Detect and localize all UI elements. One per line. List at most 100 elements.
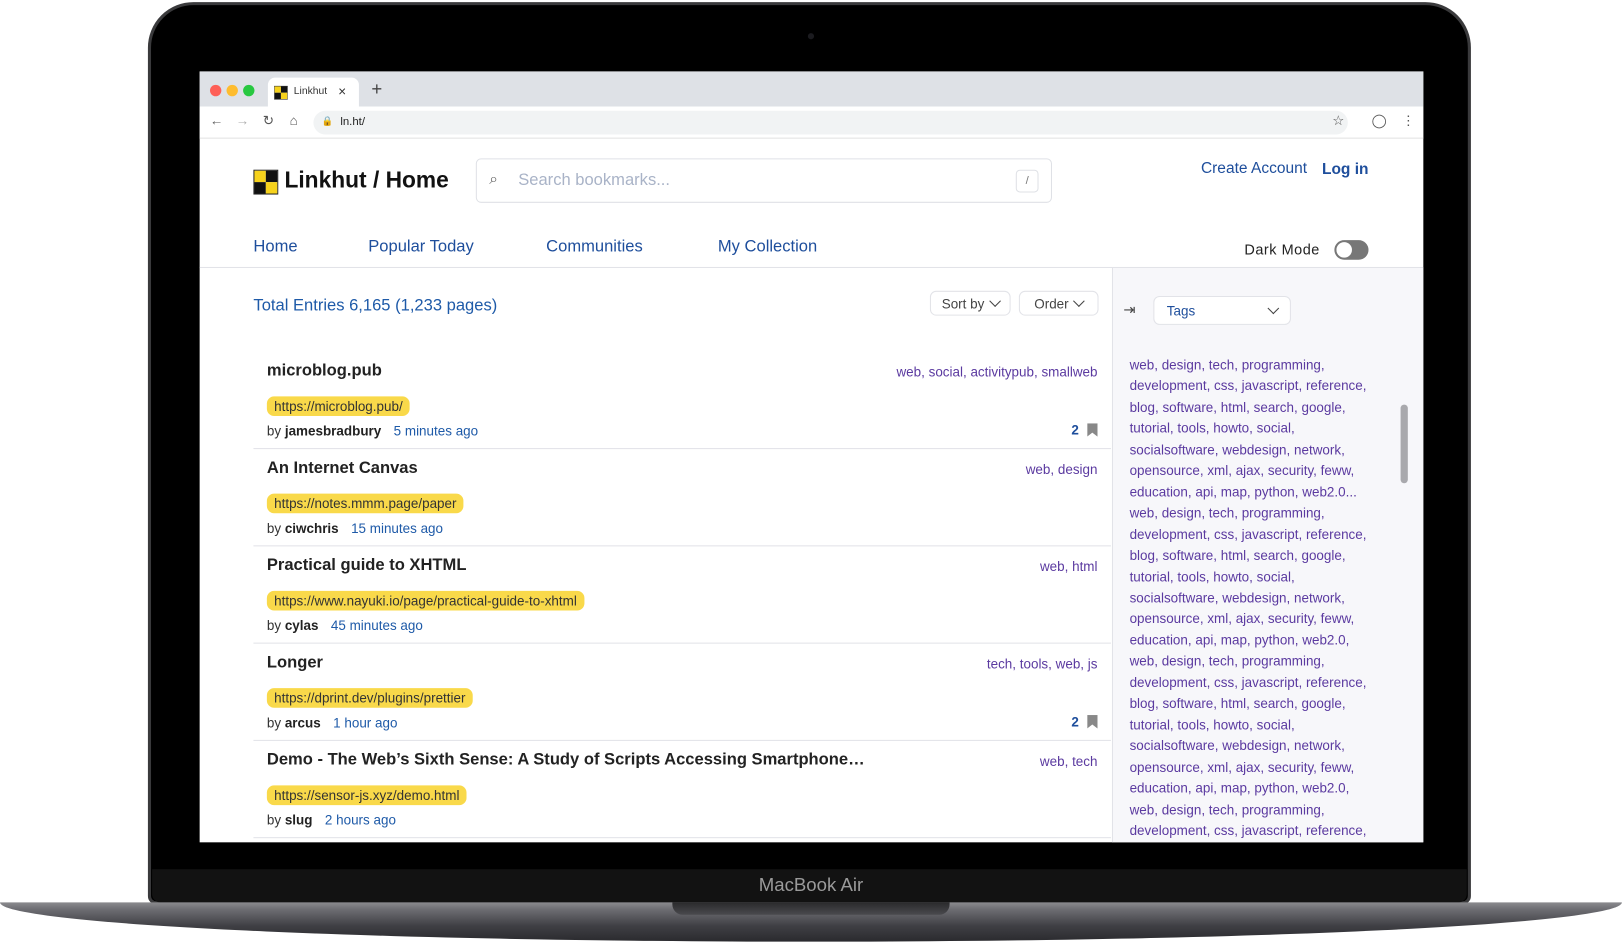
tag-line[interactable]: development, css, javascript, reference,: [1130, 672, 1399, 693]
tags-dropdown-label: Tags: [1166, 302, 1196, 319]
tag-line[interactable]: socialsoftware, webdesign, network,: [1130, 736, 1399, 757]
tag-line[interactable]: web, design, tech, programming,: [1130, 503, 1399, 524]
tag-line[interactable]: web, design, tech, programming,: [1130, 799, 1399, 820]
address-bar[interactable]: 🔒 ln.ht/: [313, 110, 1348, 135]
entry-tags[interactable]: tech, tools, web, js: [987, 656, 1098, 672]
browser-toolbar: ← → ↻ ⌂ 🔒 ln.ht/ ☆ ◯ ⋮: [199, 106, 1424, 139]
dark-mode-toggle[interactable]: [1334, 240, 1369, 260]
nav-my-collection[interactable]: My Collection: [718, 238, 817, 257]
entry-url[interactable]: https://www.nayuki.io/page/practical-gui…: [266, 590, 585, 611]
entry-title[interactable]: An Internet Canvas: [267, 459, 418, 478]
star-icon[interactable]: ☆: [1332, 113, 1344, 130]
entry-url[interactable]: https://notes.mmm.page/paper: [266, 493, 464, 514]
browser-tab[interactable]: Linkhut ×: [267, 77, 359, 107]
profile-icon[interactable]: ◯: [1372, 113, 1387, 130]
minimize-window-button[interactable]: [226, 84, 238, 97]
entry-tags[interactable]: web, html: [1040, 559, 1098, 575]
entry-url[interactable]: https://sensor-js.xyz/demo.html: [266, 785, 467, 806]
entry-url[interactable]: https://dprint.dev/plugins/prettier: [266, 688, 473, 708]
bookmark-entry: Demo - The Web’s Sixth Sense: A Study of…: [253, 741, 1111, 839]
close-tab-icon[interactable]: ×: [338, 84, 346, 100]
tags-dropdown[interactable]: Tags: [1153, 295, 1291, 325]
maximize-window-button[interactable]: [243, 84, 255, 97]
tag-line[interactable]: tutorial, tools, howto, social,: [1130, 567, 1399, 588]
tag-line[interactable]: education, api, map, python, web2.0,: [1130, 778, 1399, 799]
save-count-value: 2: [1071, 714, 1079, 730]
chevron-down-icon: [988, 295, 1001, 307]
entry-user[interactable]: cylas: [285, 618, 319, 634]
tag-line[interactable]: web, design, tech, programming,: [1130, 355, 1399, 376]
entry-time[interactable]: 1 hour ago: [333, 715, 397, 731]
tag-line[interactable]: blog, software, html, search, google,: [1130, 545, 1399, 566]
entry-title[interactable]: Practical guide to XHTML: [267, 557, 467, 576]
entry-time[interactable]: 5 minutes ago: [394, 423, 478, 439]
tag-line[interactable]: socialsoftware, webdesign, network,: [1130, 440, 1399, 461]
entry-title[interactable]: Demo - The Web’s Sixth Sense: A Study of…: [267, 751, 865, 770]
tag-cloud: web, design, tech, programming, developme…: [1130, 355, 1399, 842]
entry-url[interactable]: https://microblog.pub/: [266, 396, 410, 416]
search-icon: ⌕: [489, 170, 498, 189]
entry-tags[interactable]: web, tech: [1040, 753, 1098, 769]
entry-title[interactable]: microblog.pub: [267, 362, 382, 381]
tag-line[interactable]: tutorial, tools, howto, social,: [1130, 715, 1399, 736]
save-count-value: 2: [1071, 422, 1079, 438]
reload-icon[interactable]: ↻: [263, 113, 274, 130]
page-title: Linkhut / Home: [284, 166, 449, 193]
entry-user[interactable]: slug: [285, 812, 313, 828]
login-link[interactable]: Log in: [1322, 160, 1369, 178]
tag-line[interactable]: opensource, xml, ajax, security, feww,: [1130, 609, 1399, 630]
entry-time[interactable]: 45 minutes ago: [331, 618, 423, 634]
tag-line[interactable]: opensource, xml, ajax, security, feww,: [1130, 461, 1399, 482]
bookmark-entry: Longer tech, tools, web, js https://dpri…: [253, 644, 1111, 741]
scrollbar-thumb[interactable]: [1400, 404, 1408, 484]
tag-line[interactable]: education, api, map, python, web2.0,: [1130, 630, 1399, 651]
logo-icon: [253, 169, 279, 195]
chevron-down-icon: [1267, 302, 1280, 315]
entry-time[interactable]: 15 minutes ago: [351, 521, 443, 537]
nav-home[interactable]: Home: [253, 238, 297, 257]
dark-mode-label: Dark Mode: [1244, 241, 1320, 258]
entry-user[interactable]: ciwchris: [285, 521, 339, 537]
tag-line[interactable]: tutorial, tools, howto, social,: [1130, 418, 1399, 439]
order-dropdown[interactable]: Order: [1018, 290, 1099, 316]
sort-by-dropdown[interactable]: Sort by: [929, 290, 1011, 316]
by-label: by: [266, 520, 282, 537]
home-icon[interactable]: ⌂: [290, 113, 298, 129]
back-icon[interactable]: ←: [210, 113, 223, 129]
save-count[interactable]: 2: [1071, 422, 1098, 438]
tag-line[interactable]: education, api, map, python, web2.0...: [1130, 482, 1399, 503]
tag-line[interactable]: blog, software, html, search, google,: [1130, 694, 1399, 715]
save-count[interactable]: 2: [1071, 714, 1098, 730]
new-tab-button[interactable]: +: [371, 79, 382, 101]
tag-line[interactable]: development, css, javascript, reference,: [1130, 376, 1399, 397]
by-label: by: [266, 812, 282, 828]
tag-line[interactable]: web, design, tech, programming,: [1130, 651, 1399, 672]
tag-line[interactable]: socialsoftware, webdesign, network,: [1130, 588, 1399, 609]
tag-line[interactable]: opensource, xml, ajax, security, feww,: [1130, 757, 1399, 778]
entry-title[interactable]: Longer: [267, 654, 323, 673]
lock-icon: 🔒: [321, 115, 334, 127]
bookmark-entry: Practical guide to XHTML web, html https…: [253, 546, 1111, 644]
create-account-link[interactable]: Create Account: [1201, 159, 1307, 177]
entry-time[interactable]: 2 hours ago: [325, 812, 396, 828]
total-entries: Total Entries 6,165 (1,233 pages): [253, 296, 498, 315]
entry-user[interactable]: arcus: [285, 715, 321, 731]
order-label: Order: [1034, 295, 1069, 311]
close-window-button[interactable]: [209, 84, 222, 97]
tag-line[interactable]: blog, software, html, search, google,: [1130, 397, 1399, 418]
entry-user[interactable]: jamesbradbury: [285, 423, 381, 439]
entry-tags[interactable]: web, design: [1026, 462, 1098, 478]
entry-byline: by jamesbradbury 5 minutes ago: [267, 423, 478, 439]
nav-communities[interactable]: Communities: [546, 238, 643, 257]
entry-tags[interactable]: web, social, activitypub, smallweb: [896, 364, 1097, 380]
menu-icon[interactable]: ⋮: [1402, 113, 1415, 130]
search-input[interactable]: ⌕ Search bookmarks... /: [475, 158, 1052, 203]
tag-line[interactable]: development, css, javascript, reference,: [1130, 524, 1399, 545]
tag-line[interactable]: development, css, javascript, reference,: [1130, 821, 1399, 842]
nav-popular-today[interactable]: Popular Today: [368, 238, 474, 257]
entry-byline: by cylas 45 minutes ago: [267, 618, 423, 634]
forward-icon[interactable]: →: [236, 113, 249, 129]
sort-by-label: Sort by: [941, 295, 985, 311]
tag-line[interactable]: blog, software, html, search, google,: [1130, 842, 1399, 843]
collapse-sidebar-icon[interactable]: ⇥: [1123, 301, 1135, 319]
